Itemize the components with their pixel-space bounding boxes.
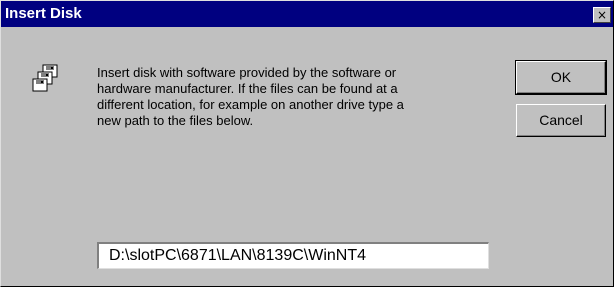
cancel-button[interactable]: Cancel <box>516 104 606 137</box>
window-title: Insert Disk <box>5 5 82 22</box>
instruction-text: Insert disk with software provided by th… <box>97 65 404 128</box>
insert-disk-dialog: Insert Disk × Insert disk with software … <box>0 0 614 287</box>
ok-button[interactable]: OK <box>515 60 607 95</box>
title-bar[interactable]: Insert Disk × <box>1 1 613 27</box>
close-icon: × <box>596 8 608 22</box>
disk-stack-icon <box>32 64 58 92</box>
close-button[interactable]: × <box>593 7 611 23</box>
path-input[interactable]: D:\slotPC\6871\LAN\8139C\WinNT4 <box>97 242 489 269</box>
